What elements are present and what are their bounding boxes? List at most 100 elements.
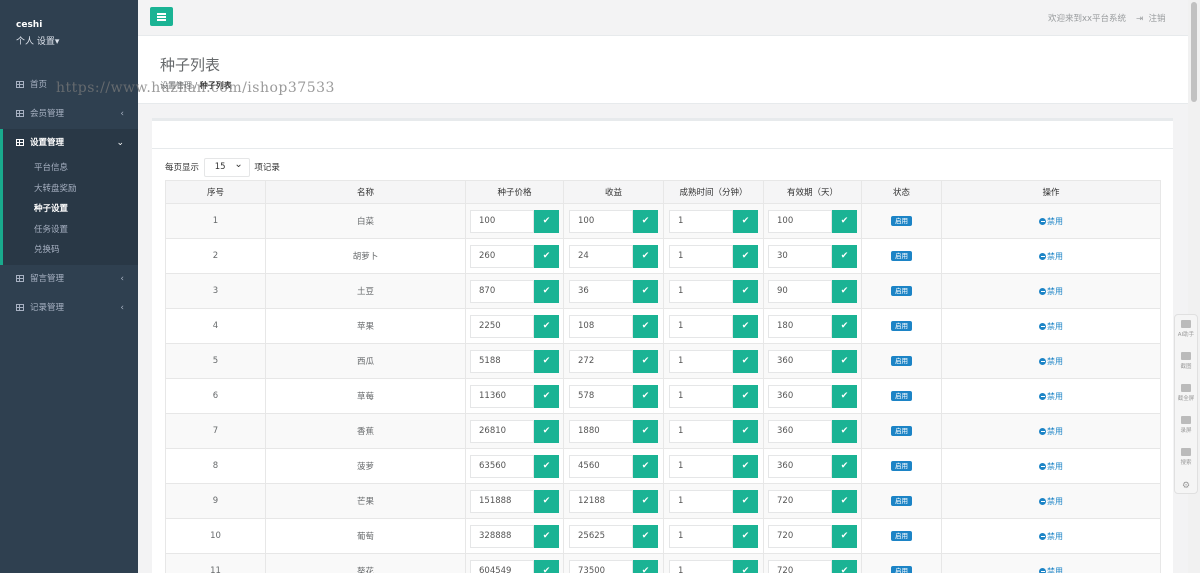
- col-header-name[interactable]: 名称: [265, 180, 466, 204]
- logout-link[interactable]: ⇥ 注销: [1136, 12, 1166, 24]
- price-input[interactable]: 328888: [470, 524, 534, 548]
- mature-time-input[interactable]: 1: [669, 489, 733, 513]
- confirm-check-button[interactable]: ✔: [633, 454, 658, 478]
- confirm-check-button[interactable]: ✔: [832, 419, 857, 443]
- confirm-check-button[interactable]: ✔: [534, 244, 559, 268]
- valid-days-input[interactable]: 90: [768, 279, 832, 303]
- confirm-check-button[interactable]: ✔: [534, 454, 559, 478]
- disable-button[interactable]: 禁用: [1039, 427, 1063, 436]
- valid-days-input[interactable]: 720: [768, 489, 832, 513]
- mature-time-input[interactable]: 1: [669, 454, 733, 478]
- disable-button[interactable]: 禁用: [1039, 357, 1063, 366]
- confirm-check-button[interactable]: ✔: [633, 279, 658, 303]
- confirm-check-button[interactable]: ✔: [832, 524, 857, 548]
- sidebar-item-members[interactable]: 会员管理 ‹: [0, 100, 138, 129]
- submenu-item-wheel-rewards[interactable]: 大转盘奖励: [3, 179, 138, 200]
- confirm-check-button[interactable]: ✔: [633, 384, 658, 408]
- confirm-check-button[interactable]: ✔: [733, 384, 758, 408]
- col-header-status[interactable]: 状态: [861, 180, 942, 204]
- price-input[interactable]: 26810: [470, 419, 534, 443]
- sidebar-item-messages[interactable]: 留言管理 ‹: [0, 265, 138, 294]
- profit-input[interactable]: 272: [569, 349, 633, 373]
- price-input[interactable]: 63560: [470, 454, 534, 478]
- search-button[interactable]: 搜索: [1175, 448, 1197, 475]
- sidebar-item-records[interactable]: 记录管理 ‹: [0, 294, 138, 323]
- price-input[interactable]: 604549: [470, 559, 534, 573]
- mature-time-input[interactable]: 1: [669, 524, 733, 548]
- submenu-item-task-settings[interactable]: 任务设置: [3, 220, 138, 241]
- page-length-select[interactable]: 15: [203, 156, 250, 177]
- profit-input[interactable]: 25625: [569, 524, 633, 548]
- confirm-check-button[interactable]: ✔: [733, 419, 758, 443]
- confirm-check-button[interactable]: ✔: [733, 244, 758, 268]
- profit-input[interactable]: 108: [569, 314, 633, 338]
- submenu-item-platform-info[interactable]: 平台信息: [3, 158, 138, 179]
- price-input[interactable]: 870: [470, 279, 534, 303]
- confirm-check-button[interactable]: ✔: [534, 419, 559, 443]
- ai-assistant-button[interactable]: AI助手: [1175, 320, 1197, 347]
- profit-input[interactable]: 4560: [569, 454, 633, 478]
- confirm-check-button[interactable]: ✔: [633, 209, 658, 233]
- confirm-check-button[interactable]: ✔: [832, 209, 857, 233]
- col-header-price[interactable]: 种子价格: [465, 180, 564, 204]
- col-header-mature-time[interactable]: 成熟时间（分钟）: [663, 180, 764, 204]
- confirm-check-button[interactable]: ✔: [832, 349, 857, 373]
- col-header-valid-days[interactable]: 有效期（天）: [763, 180, 862, 204]
- price-input[interactable]: 5188: [470, 349, 534, 373]
- col-header-id[interactable]: 序号: [165, 180, 266, 204]
- confirm-check-button[interactable]: ✔: [534, 489, 559, 513]
- valid-days-input[interactable]: 180: [768, 314, 832, 338]
- confirm-check-button[interactable]: ✔: [832, 454, 857, 478]
- disable-button[interactable]: 禁用: [1039, 532, 1063, 541]
- mature-time-input[interactable]: 1: [669, 559, 733, 573]
- price-input[interactable]: 151888: [470, 489, 534, 513]
- user-settings-dropdown[interactable]: 个人 设置▾: [16, 34, 122, 47]
- confirm-check-button[interactable]: ✔: [534, 349, 559, 373]
- confirm-check-button[interactable]: ✔: [534, 384, 559, 408]
- profit-input[interactable]: 24: [569, 244, 633, 268]
- mature-time-input[interactable]: 1: [669, 419, 733, 443]
- settings-button[interactable]: ⚙: [1175, 481, 1197, 508]
- price-input[interactable]: 11360: [470, 384, 534, 408]
- confirm-check-button[interactable]: ✔: [733, 489, 758, 513]
- confirm-check-button[interactable]: ✔: [534, 524, 559, 548]
- confirm-check-button[interactable]: ✔: [534, 314, 559, 338]
- confirm-check-button[interactable]: ✔: [633, 489, 658, 513]
- confirm-check-button[interactable]: ✔: [832, 244, 857, 268]
- profit-input[interactable]: 73500: [569, 559, 633, 573]
- confirm-check-button[interactable]: ✔: [633, 419, 658, 443]
- submenu-item-redeem-code[interactable]: 兑换码: [3, 240, 138, 261]
- valid-days-input[interactable]: 360: [768, 349, 832, 373]
- valid-days-input[interactable]: 360: [768, 454, 832, 478]
- col-header-action[interactable]: 操作: [941, 180, 1161, 204]
- disable-button[interactable]: 禁用: [1039, 497, 1063, 506]
- confirm-check-button[interactable]: ✔: [633, 559, 658, 573]
- profit-input[interactable]: 36: [569, 279, 633, 303]
- col-header-profit[interactable]: 收益: [563, 180, 664, 204]
- mature-time-input[interactable]: 1: [669, 349, 733, 373]
- confirm-check-button[interactable]: ✔: [534, 279, 559, 303]
- fullscreen-capture-button[interactable]: 截全屏: [1175, 384, 1197, 411]
- confirm-check-button[interactable]: ✔: [733, 524, 758, 548]
- confirm-check-button[interactable]: ✔: [534, 559, 559, 573]
- confirm-check-button[interactable]: ✔: [832, 314, 857, 338]
- mature-time-input[interactable]: 1: [669, 314, 733, 338]
- price-input[interactable]: 2250: [470, 314, 534, 338]
- confirm-check-button[interactable]: ✔: [832, 489, 857, 513]
- confirm-check-button[interactable]: ✔: [733, 454, 758, 478]
- valid-days-input[interactable]: 720: [768, 524, 832, 548]
- profit-input[interactable]: 12188: [569, 489, 633, 513]
- confirm-check-button[interactable]: ✔: [733, 209, 758, 233]
- disable-button[interactable]: 禁用: [1039, 322, 1063, 331]
- confirm-check-button[interactable]: ✔: [733, 314, 758, 338]
- profit-input[interactable]: 578: [569, 384, 633, 408]
- valid-days-input[interactable]: 360: [768, 384, 832, 408]
- profit-input[interactable]: 100: [569, 209, 633, 233]
- confirm-check-button[interactable]: ✔: [832, 279, 857, 303]
- scrollbar-thumb[interactable]: [1191, 2, 1197, 102]
- screenshot-button[interactable]: 截图: [1175, 352, 1197, 379]
- disable-button[interactable]: 禁用: [1039, 567, 1063, 573]
- submenu-item-seed-settings[interactable]: 种子设置: [3, 199, 138, 220]
- valid-days-input[interactable]: 720: [768, 559, 832, 573]
- confirm-check-button[interactable]: ✔: [633, 244, 658, 268]
